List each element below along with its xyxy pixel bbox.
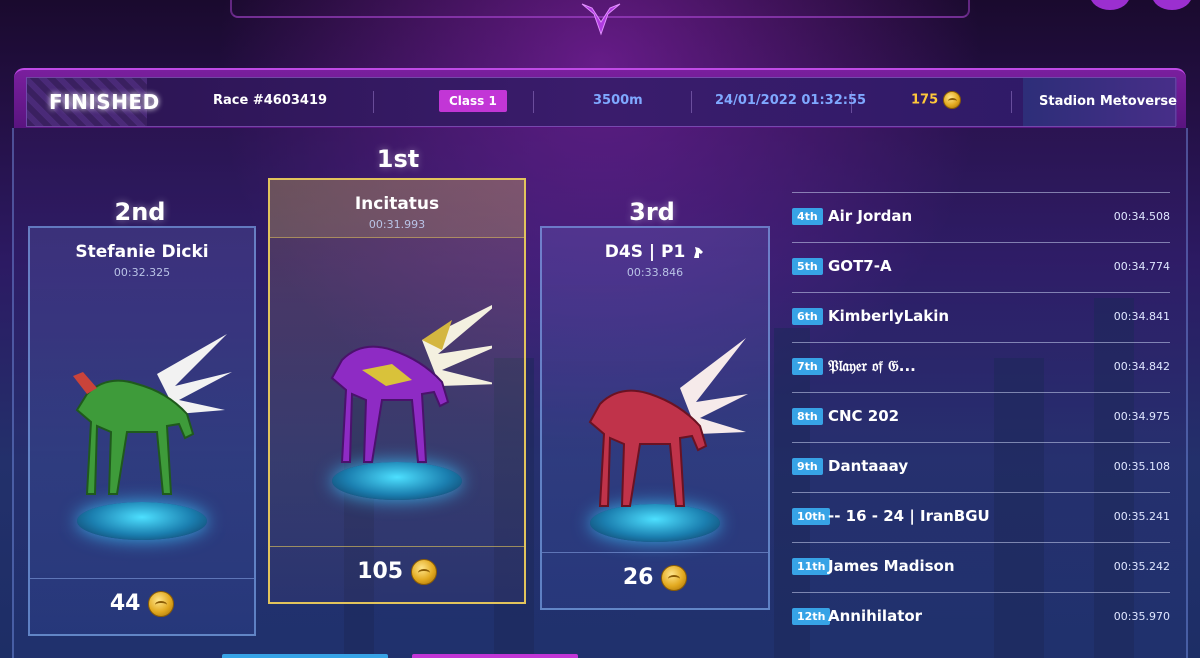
- player-name: Air Jordan: [828, 207, 913, 225]
- rank-badge: 12th: [792, 608, 831, 625]
- race-info-bar: FINISHED Race #4603419 Class 1 3500m 24/…: [26, 77, 1177, 127]
- list-item[interactable]: 5th GOT7-A 00:34.774: [792, 242, 1170, 292]
- player-name: Dantaaay: [828, 457, 909, 475]
- player-name: James Madison: [828, 557, 955, 575]
- reward-value: 44: [109, 591, 141, 616]
- player-name: KimberlyLakin: [828, 307, 950, 325]
- rank-badge: 9th: [792, 458, 823, 475]
- second-place-card[interactable]: Stefanie Dicki 00:32.325 44: [28, 226, 256, 636]
- player-name: Annihilator: [828, 607, 923, 625]
- prize-value: 175: [911, 92, 939, 108]
- race-time: 00:35.241: [1113, 510, 1170, 523]
- reward: 105: [270, 546, 524, 602]
- race-time: 00:35.970: [1113, 610, 1170, 623]
- list-item[interactable]: 10th -- 16 - 24 | IranBGU 00:35.241: [792, 492, 1170, 542]
- red-pegasus-image: [588, 338, 748, 507]
- horse-name: Incitatus: [354, 194, 440, 214]
- horse-name: Stefanie Dicki: [75, 242, 209, 262]
- list-item[interactable]: 8th CNC 202 00:34.975: [792, 392, 1170, 442]
- race-time: 00:32.325: [113, 266, 171, 279]
- rank-badge: 6th: [792, 308, 823, 325]
- player-name: CNC 202: [828, 407, 900, 425]
- menu-button[interactable]: [1090, 0, 1130, 10]
- reward-value: 105: [357, 559, 404, 584]
- first-place-label: 1st: [376, 145, 420, 173]
- bottom-tab-left[interactable]: [222, 654, 388, 658]
- player-name: -- 16 - 24 | IranBGU: [828, 507, 990, 525]
- race-datetime: 24/01/2022 01:32:55: [715, 93, 867, 108]
- list-item[interactable]: 6th KimberlyLakin 00:34.841: [792, 292, 1170, 342]
- divider: [851, 91, 852, 113]
- divider: [373, 91, 374, 113]
- race-time: 00:35.242: [1113, 560, 1170, 573]
- race-id: Race #4603419: [213, 93, 328, 108]
- class-badge: Class 1: [439, 90, 507, 112]
- divider: [533, 91, 534, 113]
- horse-name: D4S | P1: [542, 242, 768, 262]
- player-name: 𝔓𝔩𝔞𝔶𝔢𝔯 𝔬𝔣 𝔊...: [828, 357, 916, 375]
- reward: 44: [30, 578, 254, 634]
- coin-icon: [410, 559, 437, 585]
- rank-badge: 7th: [792, 358, 823, 375]
- player-name: GOT7-A: [828, 257, 892, 275]
- profile-button[interactable]: [1152, 0, 1192, 10]
- card-caption: D4S | P1 00:33.846: [542, 228, 768, 279]
- race-distance: 3500m: [593, 93, 643, 108]
- green-pegasus-image: [73, 334, 232, 495]
- reward-value: 26: [622, 565, 654, 590]
- horse-head-icon: [694, 247, 704, 258]
- race-time: 00:34.774: [1113, 260, 1170, 273]
- rank-badge: 10th: [792, 508, 831, 525]
- coin-icon: [148, 591, 175, 617]
- coin-icon: [942, 91, 961, 109]
- bottom-tab-right[interactable]: [412, 654, 578, 658]
- guild-emblem-icon: [581, 3, 621, 36]
- third-place-label: 3rd: [629, 198, 675, 226]
- divider: [1011, 91, 1012, 113]
- rank-badge: 4th: [792, 208, 823, 225]
- list-item[interactable]: 11th James Madison 00:35.242: [792, 542, 1170, 592]
- card-caption: Stefanie Dicki 00:32.325: [30, 228, 254, 279]
- list-item[interactable]: 9th Dantaaay 00:35.108: [792, 442, 1170, 492]
- purple-pegasus-image: [330, 305, 492, 463]
- race-time: 00:34.508: [1113, 210, 1170, 223]
- coin-icon: [661, 565, 688, 591]
- prize-pool: 175: [911, 91, 961, 109]
- race-time: 00:31.993: [368, 218, 426, 231]
- list-item[interactable]: 4th Air Jordan 00:34.508: [792, 192, 1170, 242]
- reward: 26: [542, 552, 768, 608]
- race-time: 00:34.841: [1113, 310, 1170, 323]
- rank-badge: 5th: [792, 258, 823, 275]
- race-time: 00:34.842: [1113, 360, 1170, 373]
- rank-badge: 8th: [792, 408, 823, 425]
- race-time: 00:35.108: [1113, 460, 1170, 473]
- first-place-card[interactable]: Incitatus 00:31.993 105: [268, 178, 526, 604]
- card-caption: Incitatus 00:31.993: [270, 180, 524, 238]
- rank-badge: 11th: [792, 558, 831, 575]
- leaderboard: 4th Air Jordan 00:34.508 5th GOT7-A 00:3…: [792, 192, 1170, 642]
- list-item[interactable]: 12th Annihilator 00:35.970: [792, 592, 1170, 642]
- list-item[interactable]: 7th 𝔓𝔩𝔞𝔶𝔢𝔯 𝔬𝔣 𝔊... 00:34.842: [792, 342, 1170, 392]
- venue-name: Stadion Metoverse: [1023, 78, 1177, 126]
- race-time: 00:34.975: [1113, 410, 1170, 423]
- third-place-card[interactable]: D4S | P1 00:33.846 26: [540, 226, 770, 610]
- race-status: FINISHED: [27, 78, 159, 126]
- second-place-label: 2nd: [114, 198, 166, 226]
- divider: [691, 91, 692, 113]
- race-time: 00:33.846: [626, 266, 684, 279]
- race-header: FINISHED Race #4603419 Class 1 3500m 24/…: [14, 68, 1186, 128]
